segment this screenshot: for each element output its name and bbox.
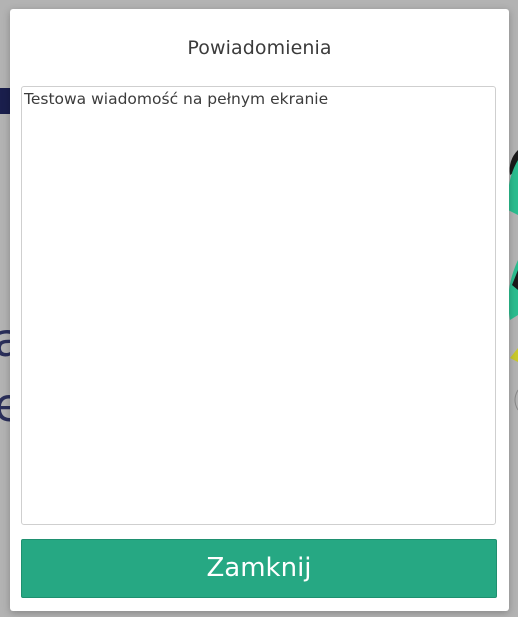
close-button[interactable]: Zamknij <box>21 539 497 598</box>
message-content-box: Testowa wiadomość na pełnym ekranie <box>21 86 496 525</box>
modal-title: Powiadomienia <box>187 37 332 59</box>
notifications-modal: Powiadomienia Testowa wiadomość na pełny… <box>10 9 509 611</box>
